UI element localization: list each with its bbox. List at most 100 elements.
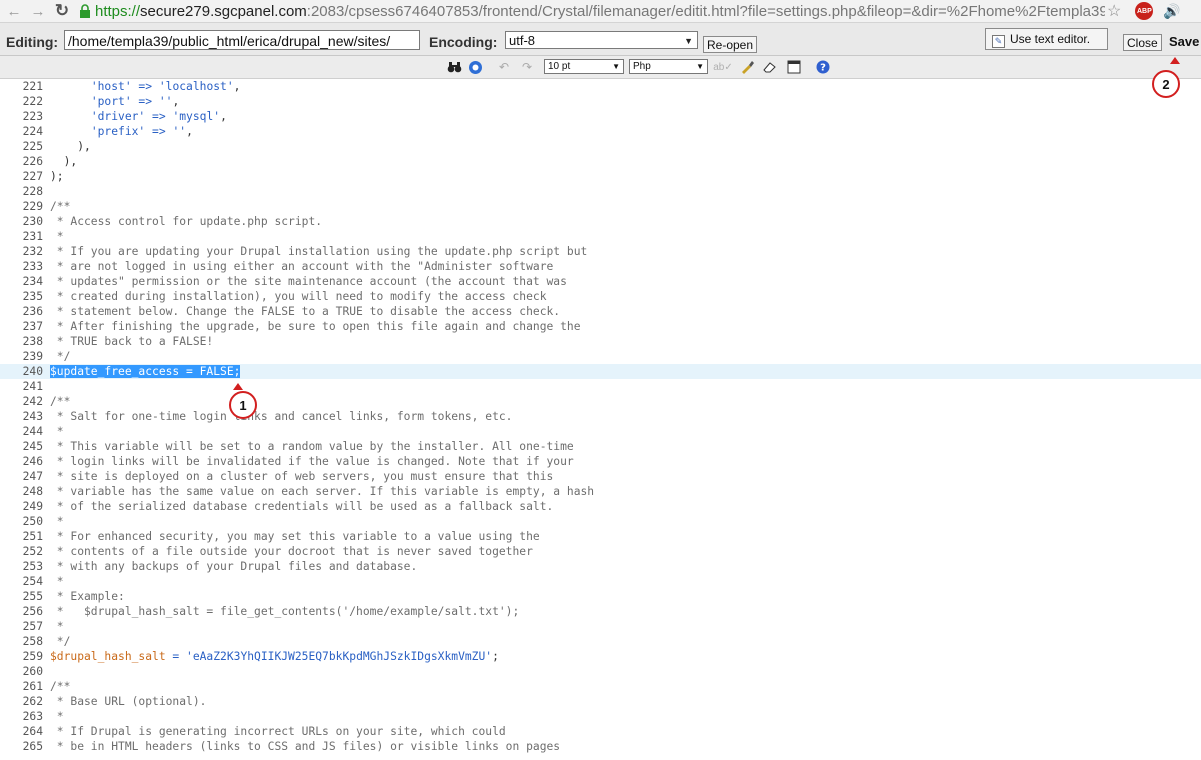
back-icon[interactable]: ←: [4, 1, 24, 21]
code-line: 243 * Salt for one-time login links and …: [0, 409, 1201, 424]
code-line: 255 * Example:: [0, 589, 1201, 604]
spellcheck-icon[interactable]: ab✓: [713, 59, 733, 75]
line-number: 256: [22, 605, 43, 618]
line-number: 231: [22, 230, 43, 243]
line-number: 259: [22, 650, 43, 663]
use-text-editor-button[interactable]: ✎ Use text editor.: [985, 28, 1108, 50]
line-number: 237: [22, 320, 43, 333]
encoding-label: Encoding:: [429, 34, 498, 50]
svg-text:?: ?: [820, 63, 826, 74]
save-button[interactable]: Save: [1166, 34, 1201, 51]
line-number: 242: [22, 395, 43, 408]
code-line: 251 * For enhanced security, you may set…: [0, 529, 1201, 544]
code-line: 256 * $drupal_hash_salt = file_get_conte…: [0, 604, 1201, 619]
line-number: 225: [22, 140, 43, 153]
adblock-icon[interactable]: ABP: [1135, 2, 1154, 20]
code-line: 223 'driver' => 'mysql',: [0, 109, 1201, 124]
code-line: 249 * of the serialized database credent…: [0, 499, 1201, 514]
line-number: 252: [22, 545, 43, 558]
line-number: 238: [22, 335, 43, 348]
font-size-select[interactable]: 10 pt ▼: [544, 59, 624, 74]
line-number: 240: [22, 365, 43, 378]
line-number: 261: [22, 680, 43, 693]
line-number: 254: [22, 575, 43, 588]
line-number: 265: [22, 740, 43, 753]
font-size-value: 10 pt: [548, 61, 571, 72]
font-size-arrow-icon: ▼: [612, 62, 620, 71]
use-text-editor-label: Use text editor.: [1010, 32, 1091, 46]
line-number: 250: [22, 515, 43, 528]
line-number: 249: [22, 500, 43, 513]
line-number: 232: [22, 245, 43, 258]
code-line: 226 ),: [0, 154, 1201, 169]
code-line: 259 $drupal_hash_salt = 'eAaZ2K3YhQIIKJW2…: [0, 649, 1201, 664]
speaker-icon[interactable]: 🔊: [1163, 3, 1180, 20]
encoding-value: utf-8: [509, 33, 536, 48]
line-number: 230: [22, 215, 43, 228]
goto-line-icon[interactable]: [467, 59, 483, 75]
url-path: :2083/cpsess6746407853/frontend/Crystal/…: [306, 2, 1105, 20]
selected-text[interactable]: $update_free_access = FALSE;: [50, 365, 241, 378]
code-line: 248 * variable has the same value on eac…: [0, 484, 1201, 499]
syntax-value: Php: [633, 61, 651, 72]
code-line: 225 ),: [0, 139, 1201, 154]
eraser-icon[interactable]: [762, 59, 778, 75]
highlight-brush-icon[interactable]: [739, 59, 755, 75]
line-number: 253: [22, 560, 43, 573]
line-number: 244: [22, 425, 43, 438]
code-line: 239 */: [0, 349, 1201, 364]
redo-icon[interactable]: ↷: [519, 59, 535, 75]
line-number: 227: [22, 170, 43, 183]
line-number: 241: [22, 380, 43, 393]
code-line-selected: 240 $update_free_access = FALSE;: [0, 364, 1201, 379]
syntax-arrow-icon: ▼: [696, 62, 704, 71]
callout-pointer-2: [1170, 57, 1180, 64]
browser-toolbar: ← → ↻ https://secure279.sgcpanel.com:208…: [0, 0, 1201, 23]
code-line: 252 * contents of a file outside your do…: [0, 544, 1201, 559]
line-number: 262: [22, 695, 43, 708]
reload-icon[interactable]: ↻: [52, 1, 72, 21]
annotation-callout-1: 1: [229, 391, 257, 419]
code-line: 233 * are not logged in using either an …: [0, 259, 1201, 274]
line-number: 247: [22, 470, 43, 483]
line-number: 235: [22, 290, 43, 303]
help-icon[interactable]: ?: [815, 59, 831, 75]
line-number: 257: [22, 620, 43, 633]
search-binoculars-icon[interactable]: [446, 59, 462, 75]
undo-icon[interactable]: ↶: [496, 59, 512, 75]
code-line: 242/**: [0, 394, 1201, 409]
line-number: 258: [22, 635, 43, 648]
code-line: 265 * be in HTML headers (links to CSS a…: [0, 739, 1201, 754]
syntax-select[interactable]: Php ▼: [629, 59, 708, 74]
line-number: 263: [22, 710, 43, 723]
bookmark-star-icon[interactable]: ☆: [1107, 1, 1121, 21]
code-line: 253 * with any backups of your Drupal fi…: [0, 559, 1201, 574]
code-line: 228: [0, 184, 1201, 199]
close-button[interactable]: Close: [1123, 34, 1162, 51]
pencil-icon: ✎: [992, 35, 1005, 48]
line-number: 236: [22, 305, 43, 318]
url-host: secure279.sgcpanel.com: [140, 2, 307, 20]
code-line: 222 'port' => '',: [0, 94, 1201, 109]
encoding-select[interactable]: utf-8 ▼: [505, 31, 698, 49]
line-number: 223: [22, 110, 43, 123]
file-path-field[interactable]: /home/templa39/public_html/erica/drupal_…: [64, 30, 420, 50]
code-line: 236 * statement below. Change the FALSE …: [0, 304, 1201, 319]
editing-bar: Editing: /home/templa39/public_html/eric…: [0, 23, 1201, 56]
code-line: 261/**: [0, 679, 1201, 694]
url-scheme: https://: [95, 2, 141, 20]
code-line: 224 'prefix' => '',: [0, 124, 1201, 139]
line-number: 221: [22, 80, 43, 93]
forward-icon[interactable]: →: [28, 1, 48, 21]
line-number: 233: [22, 260, 43, 273]
code-line: 232 * If you are updating your Drupal in…: [0, 244, 1201, 259]
fullscreen-window-icon[interactable]: [786, 59, 802, 75]
reopen-button[interactable]: Re-open: [703, 36, 758, 53]
code-editor[interactable]: 221 'host' => 'localhost', 222 'port' =>…: [0, 79, 1201, 760]
line-number: 239: [22, 350, 43, 363]
code-line: 234 * updates" permission or the site ma…: [0, 274, 1201, 289]
editing-label: Editing:: [6, 34, 59, 50]
address-bar[interactable]: https://secure279.sgcpanel.com:2083/cpse…: [95, 3, 1105, 20]
code-line: 229/**: [0, 199, 1201, 214]
code-line: 241: [0, 379, 1201, 394]
